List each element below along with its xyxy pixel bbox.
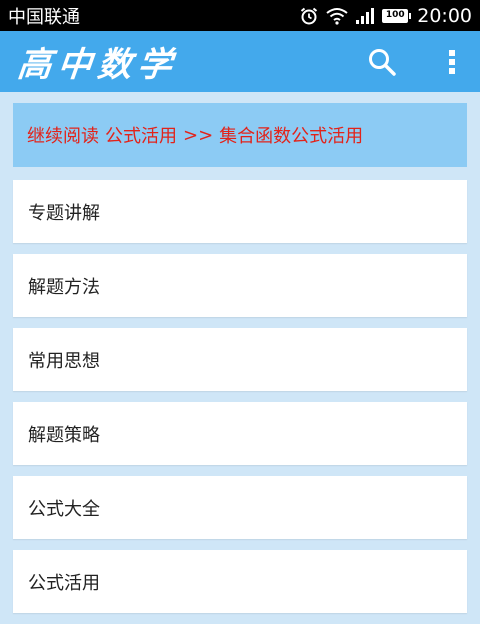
menu-item-solving-methods[interactable]: 解题方法: [13, 254, 467, 317]
app-title: 高中数学: [15, 45, 180, 85]
more-options-button[interactable]: [442, 42, 462, 82]
wifi-icon: [326, 7, 348, 25]
menu-item-formula-collection[interactable]: 公式大全: [13, 476, 467, 539]
menu-item-label: 常用思想: [28, 350, 100, 372]
continue-reading-separator: >>: [183, 124, 214, 146]
menu-item-label: 公式大全: [28, 498, 100, 520]
menu-item-formula-application[interactable]: 公式活用: [13, 550, 467, 613]
menu-item-label: 解题方法: [28, 276, 100, 298]
alarm-icon: [299, 6, 319, 26]
search-button[interactable]: [362, 42, 402, 82]
more-vert-icon: [449, 49, 455, 74]
continue-reading-prefix: 继续阅读: [27, 126, 99, 147]
content-area: 继续阅读 公式活用 >> 集合函数公式活用 专题讲解 解题方法 常用思想 解题策…: [0, 92, 480, 613]
menu-item-topic-explanation[interactable]: 专题讲解: [13, 180, 467, 243]
signal-icon: [355, 7, 375, 25]
menu-list: 专题讲解 解题方法 常用思想 解题策略 公式大全 公式活用: [13, 180, 467, 624]
menu-item-common-thinking[interactable]: 常用思想: [13, 328, 467, 391]
search-icon: [369, 48, 396, 76]
battery-icon: 100: [382, 8, 412, 23]
continue-reading-item: 集合函数公式活用: [219, 126, 364, 147]
app-bar: 高中数学: [0, 31, 480, 92]
menu-item-label: 公式活用: [28, 572, 100, 594]
clock: 20:00: [417, 4, 472, 27]
menu-item-solving-strategies[interactable]: 解题策略: [13, 402, 467, 465]
app-actions: [362, 42, 462, 82]
menu-item-label: 专题讲解: [28, 202, 100, 224]
battery-level: 100: [385, 10, 405, 20]
carrier-name: 中国联通: [8, 6, 80, 28]
menu-item-label: 解题策略: [28, 424, 100, 446]
continue-reading-banner[interactable]: 继续阅读 公式活用 >> 集合函数公式活用: [13, 103, 467, 167]
status-bar: 中国联通 100 20:00: [0, 0, 480, 31]
status-icons: 100 20:00: [299, 5, 472, 27]
continue-reading-category: 公式活用: [105, 126, 177, 147]
